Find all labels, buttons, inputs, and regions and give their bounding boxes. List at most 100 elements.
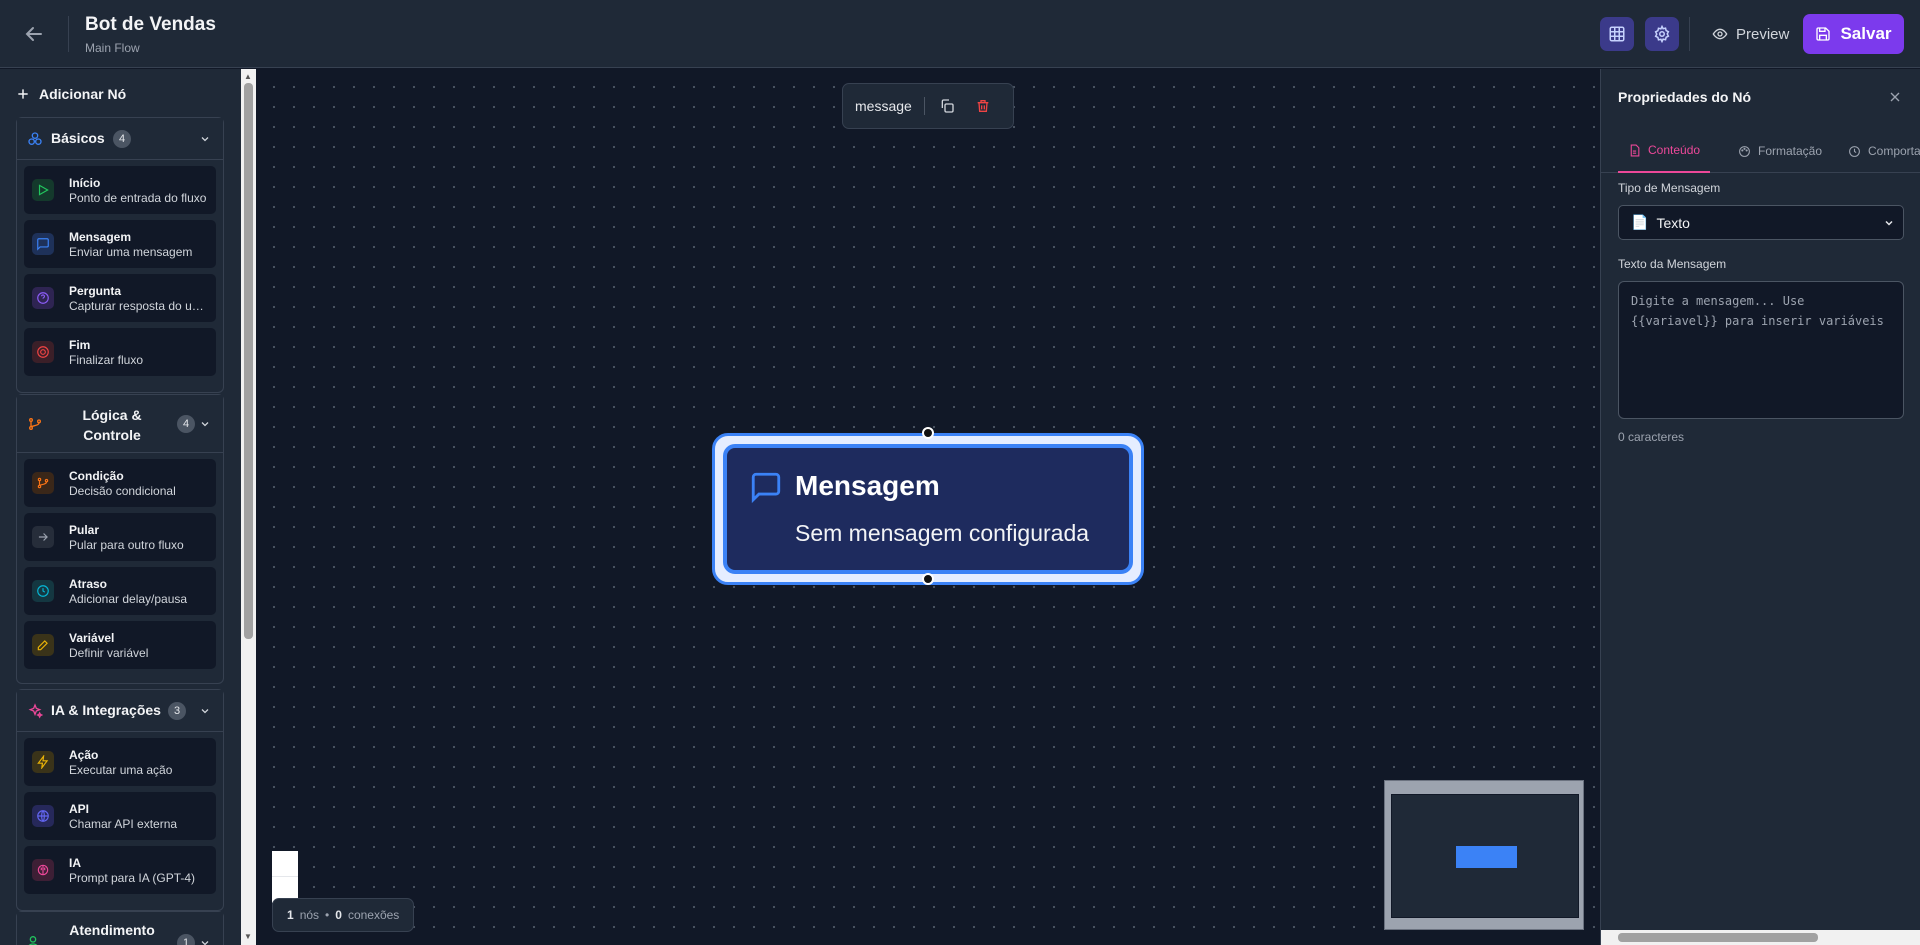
document-icon [1630,144,1640,156]
flow-subtitle: Main Flow [85,41,140,55]
item-name: Ação [69,748,99,762]
connection-count-label: conexões [347,908,400,922]
node-input-handle[interactable] [922,427,934,439]
palette-item-atraso[interactable]: Atraso Adicionar delay/pausa [24,567,216,615]
palette-item-api[interactable]: API Chamar API externa [24,792,216,840]
pencil-icon [32,634,54,656]
back-arrow-icon[interactable] [22,22,46,46]
plus-icon [18,89,28,99]
save-button[interactable]: Salvar [1803,14,1904,54]
palette-item-inicio[interactable]: Início Ponto de entrada do fluxo [24,166,216,214]
section-header-atendimento[interactable]: Atendimento 1 [17,912,223,945]
item-desc: Pular para outro fluxo [69,538,184,552]
header-divider [1689,17,1690,51]
palette-item-pergunta[interactable]: Pergunta Capturar resposta do usuário [24,274,216,322]
sparkles-icon [28,703,43,719]
item-desc: Finalizar fluxo [69,353,144,367]
palette-item-pular[interactable]: Pular Pular para outro fluxo [24,513,216,561]
scroll-down-arrow[interactable]: ▼ [244,932,252,941]
flow-stats: 1 nós • 0 conexões [272,898,415,932]
grid-toggle-button[interactable] [1600,17,1634,51]
minimap[interactable] [1384,780,1584,930]
settings-button[interactable] [1645,17,1679,51]
count-badge: 4 [113,130,131,148]
section-title: IA & Integrações [51,702,161,718]
palette-item-mensagem[interactable]: Mensagem Enviar uma mensagem [24,220,216,268]
item-name: Atraso [69,577,108,591]
add-node-label: Adicionar Nó [39,86,127,102]
section-header-logica[interactable]: Lógica & Controle 4 [17,395,223,453]
sidebar-scrollbar[interactable]: ▲ ▼ [241,69,256,945]
item-name: Início [69,176,101,190]
preview-label: Preview [1736,25,1790,43]
message-type-select[interactable]: 📄 Texto [1618,205,1904,240]
palette-icon [1739,145,1750,157]
chevron-down-icon [201,422,209,427]
message-text-input[interactable] [1618,281,1904,419]
section-title: Atendimento [69,922,155,938]
section-header-basicos[interactable]: Básicos 4 [17,118,223,160]
scroll-up-arrow[interactable]: ▲ [244,72,252,81]
message-type-label: Tipo de Mensagem [1618,181,1721,195]
boxes-icon [28,132,42,145]
section-basicos: Básicos 4 Início Ponto de entrada do flu… [16,117,224,393]
top-header: Bot de Vendas Main Flow Preview Salvar [0,0,1920,68]
count-badge: 1 [177,934,195,945]
node-message-text: Sem mensagem configurada [795,520,1090,546]
users-icon [28,936,38,945]
eye-icon [1712,28,1728,40]
flow-canvas[interactable]: message Mensagem Sem mensagem configurad… [256,69,1600,945]
message-text-label: Texto da Mensagem [1618,257,1727,271]
grid-icon [1609,26,1625,42]
chevron-down-icon [201,941,209,945]
item-name: Variável [69,631,115,645]
flow-title: Bot de Vendas [85,14,216,35]
close-panel-button[interactable] [1887,89,1903,105]
section-header-ia[interactable]: IA & Integrações 3 [17,690,223,732]
item-desc: Definir variável [69,646,149,660]
tab-conteudo[interactable]: Conteúdo [1618,129,1711,173]
chevron-down-icon [201,709,209,714]
node-output-handle[interactable] [922,573,934,585]
item-name: Mensagem [69,230,132,244]
palette-item-acao[interactable]: Ação Executar uma ação [24,738,216,786]
palette-item-fim[interactable]: Fim Finalizar fluxo [24,328,216,376]
save-icon [1816,27,1831,41]
clock-icon [32,580,54,602]
panel-horizontal-scrollbar[interactable] [1601,930,1920,945]
item-desc: Adicionar delay/pausa [69,592,188,606]
section-ia-integracoes: IA & Integrações 3 Ação Executar uma açã… [16,689,224,911]
tab-label: Formatação [1758,144,1823,158]
tab-label: Comportamento [1868,144,1920,158]
scrollbar-thumb[interactable] [244,83,253,639]
item-desc: Chamar API externa [69,817,178,831]
duplicate-node-button[interactable] [937,96,957,116]
message-icon [751,472,781,504]
message-node-body: Mensagem Sem mensagem configurada [723,444,1133,574]
gear-icon [1654,25,1670,43]
zoom-controls[interactable] [272,851,298,903]
node-count-label: nós [299,908,320,922]
item-desc: Capturar resposta do usuário [69,299,209,313]
item-name: Pergunta [69,284,122,298]
message-icon [32,233,54,255]
message-node[interactable]: Mensagem Sem mensagem configurada [712,433,1144,585]
preview-button[interactable]: Preview [1706,17,1795,51]
tab-comportamento[interactable]: Comportamento [1838,129,1920,173]
item-desc: Enviar uma mensagem [69,245,193,259]
item-name: Condição [69,469,124,483]
palette-item-condicao[interactable]: Condição Decisão condicional [24,459,216,507]
item-desc: Decisão condicional [69,484,176,498]
add-node-header: Adicionar Nó [16,86,126,102]
question-icon [32,287,54,309]
scrollbar-thumb[interactable] [1618,933,1818,942]
char-count: 0 caracteres [1618,430,1685,444]
tab-formatacao[interactable]: Formatação [1728,129,1832,173]
connection-count: 0 [335,908,342,922]
zoom-in-button[interactable] [272,851,298,877]
copy-icon [941,99,954,113]
delete-node-button[interactable] [973,96,993,116]
palette-item-variavel[interactable]: Variável Definir variável [24,621,216,669]
minimap-node [1456,846,1517,868]
palette-item-ia[interactable]: IA Prompt para IA (GPT-4) [24,846,216,894]
